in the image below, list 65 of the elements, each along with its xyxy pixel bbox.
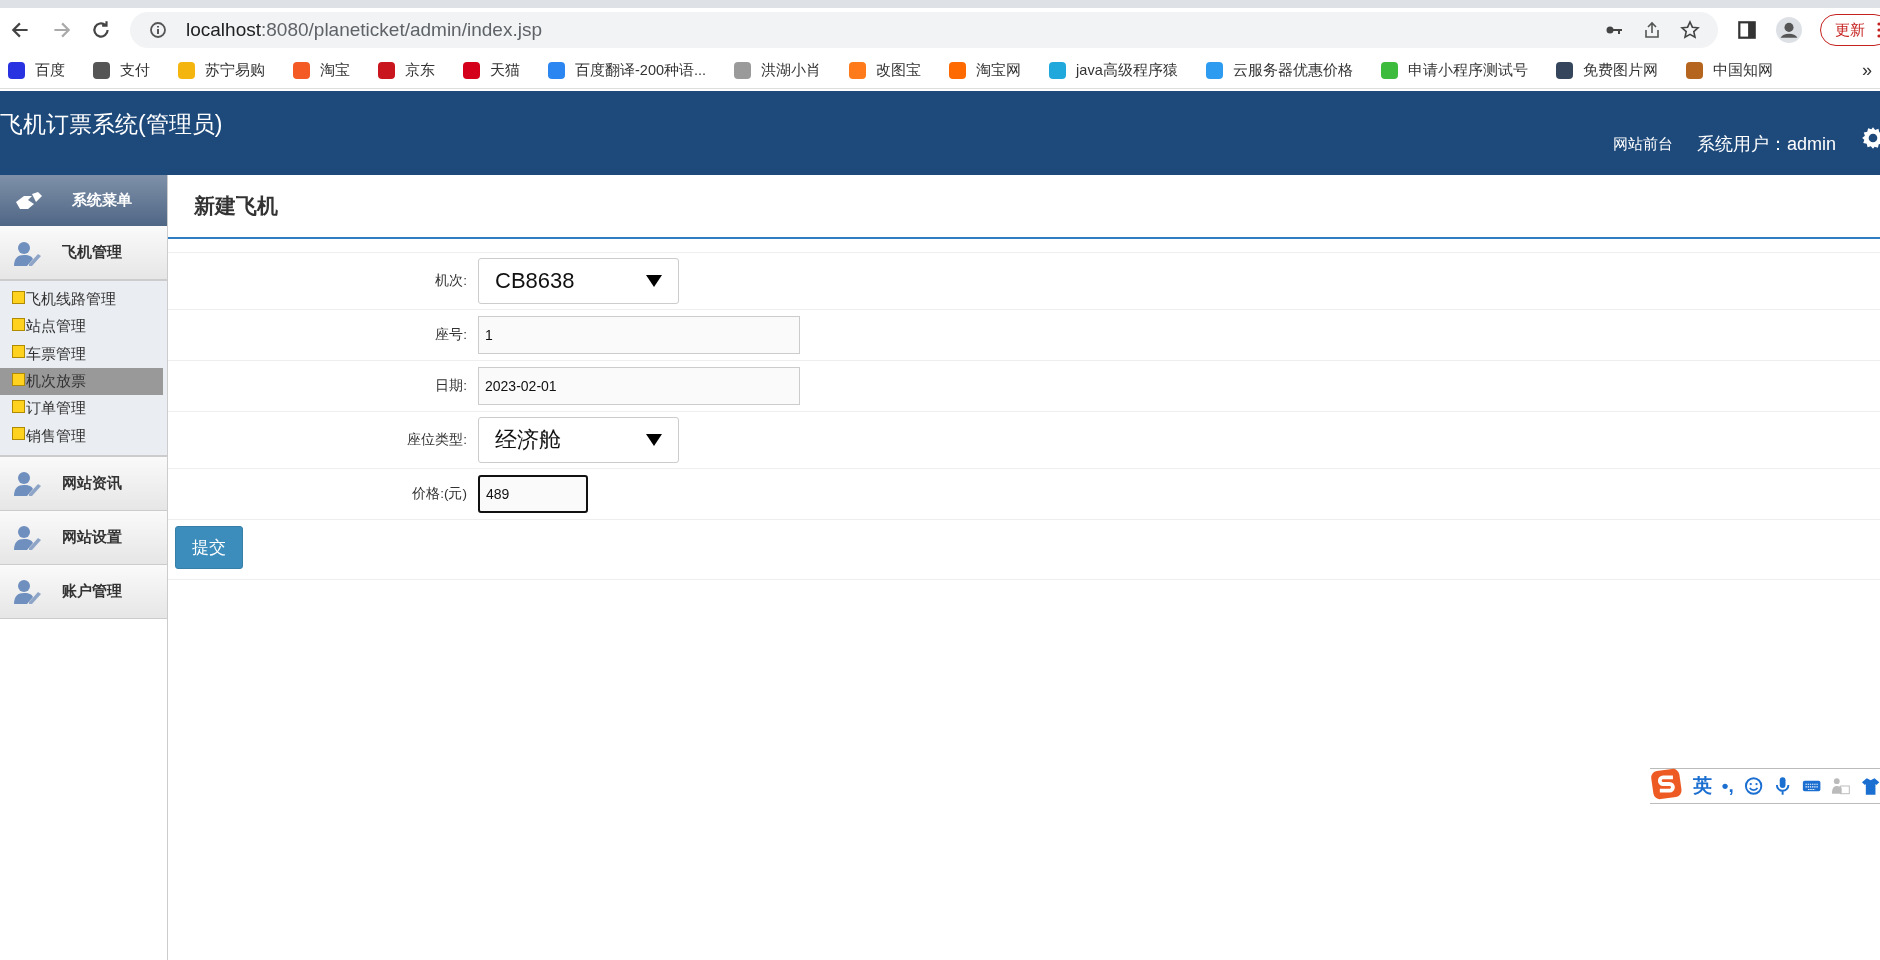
user-edit-icon [12, 524, 42, 551]
front-site-link[interactable]: 网站前台 [1612, 134, 1673, 154]
side-panel-icon[interactable] [1736, 19, 1758, 41]
bookmark-item[interactable]: 改图宝 [849, 60, 922, 80]
bookmark-item[interactable]: 免费图片网 [1555, 60, 1658, 80]
bookmark-item[interactable]: java高级程序猿 [1049, 60, 1178, 80]
reload-icon[interactable] [90, 19, 112, 41]
field-label: 座位类型: [406, 431, 468, 449]
field-label: 座号: [434, 326, 468, 344]
kebab-icon [1877, 22, 1880, 38]
bookmark-item[interactable]: 洪湖小肖 [734, 60, 822, 80]
bookmark-item[interactable]: 百度翻译-200种语... [548, 60, 707, 80]
current-user-text: 系统用户：admin [1696, 133, 1836, 156]
bookmark-item[interactable]: 苏宁易购 [178, 60, 265, 80]
menu-item[interactable]: 机次放票 [0, 367, 163, 396]
submit-button[interactable]: 提交 [175, 526, 243, 569]
menu-group-header[interactable]: 网站设置 [0, 510, 167, 565]
profile-icon[interactable] [1776, 17, 1802, 43]
dropdown-arrow-icon [646, 434, 662, 446]
user-edit-icon [12, 578, 42, 605]
update-button[interactable]: 更新 [1820, 14, 1880, 46]
star-icon[interactable] [1680, 20, 1700, 40]
smiley-icon[interactable] [1743, 776, 1763, 796]
dropdown[interactable]: 经济舱 [478, 417, 679, 463]
dropdown-arrow-icon [646, 275, 662, 287]
shirt-icon[interactable] [1860, 776, 1880, 796]
field-label: 价格:(元) [411, 485, 468, 503]
bookmark-item[interactable]: 支付 [93, 60, 150, 80]
menu-group-header[interactable]: 账户管理 [0, 564, 167, 619]
settings-icon[interactable] [1860, 125, 1880, 151]
ime-punctuation-toggle[interactable]: •, [1721, 775, 1734, 797]
bookmark-item[interactable]: 天猫 [463, 60, 520, 80]
bookmark-item[interactable]: 云服务器优惠价格 [1205, 60, 1353, 80]
input-field[interactable]: 489 [478, 475, 588, 513]
ime-logo-icon[interactable] [1650, 767, 1683, 801]
bookmark-item[interactable]: 淘宝网 [949, 60, 1022, 80]
field-label: 日期: [434, 377, 468, 395]
input-field[interactable]: 2023-02-01 [478, 367, 800, 405]
share-icon[interactable] [1642, 20, 1662, 40]
ime-language-toggle[interactable]: 英 [1692, 773, 1712, 799]
menu-group-header[interactable]: 网站资讯 [0, 456, 167, 511]
sidebar-heading-text: 系统菜单 [72, 191, 132, 210]
user-edit-icon [12, 239, 42, 266]
user-edit-icon [12, 470, 42, 497]
address-bar[interactable]: localhost:8080/planeticket/admin/index.jsp [130, 12, 1718, 48]
menu-item[interactable]: 车票管理 [0, 340, 163, 368]
bookmark-item[interactable]: 京东 [378, 60, 435, 80]
info-icon[interactable] [148, 20, 168, 40]
url-text: localhost:8080/planeticket/admin/index.jsp [186, 19, 542, 41]
bookmark-item[interactable]: 申请小程序测试号 [1380, 60, 1528, 80]
form-title: 新建飞机 [168, 175, 1880, 239]
handshake-icon [14, 189, 44, 212]
menu-item[interactable]: 飞机线路管理 [0, 286, 163, 314]
field-label: 机次: [434, 272, 468, 290]
menu-item[interactable]: 销售管理 [0, 422, 163, 450]
bookmark-item[interactable]: 中国知网 [1685, 60, 1773, 80]
menu-group-header[interactable]: 飞机管理 [0, 226, 167, 281]
menu-item[interactable]: 订单管理 [0, 395, 163, 423]
menu-item[interactable]: 站点管理 [0, 313, 163, 341]
more-bookmarks-button[interactable]: » [1862, 59, 1872, 81]
dropdown[interactable]: CB8638 [478, 258, 679, 304]
app-title: 飞机订票系统(管理员) [0, 110, 223, 139]
input-field[interactable]: 1 [478, 316, 800, 354]
bookmark-item[interactable]: 百度 [8, 60, 65, 80]
bookmark-item[interactable]: 淘宝 [293, 60, 350, 80]
